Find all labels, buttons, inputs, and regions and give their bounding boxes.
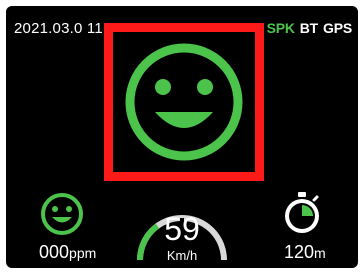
gps-indicator: GPS bbox=[323, 20, 352, 36]
stopwatch-icon bbox=[285, 192, 319, 233]
main-face-highlight[interactable] bbox=[104, 23, 264, 181]
device-screen: 2021.03.0 11:57 SD SPK BT GPS 000ppm 59 … bbox=[6, 6, 358, 268]
spk-indicator: SPK bbox=[266, 20, 295, 36]
smiley-icon bbox=[125, 43, 243, 161]
distance-value: 120 bbox=[284, 242, 315, 262]
bt-indicator: BT bbox=[299, 20, 319, 36]
distance-unit: m bbox=[314, 245, 326, 261]
distance-readout: 120m bbox=[284, 242, 326, 263]
